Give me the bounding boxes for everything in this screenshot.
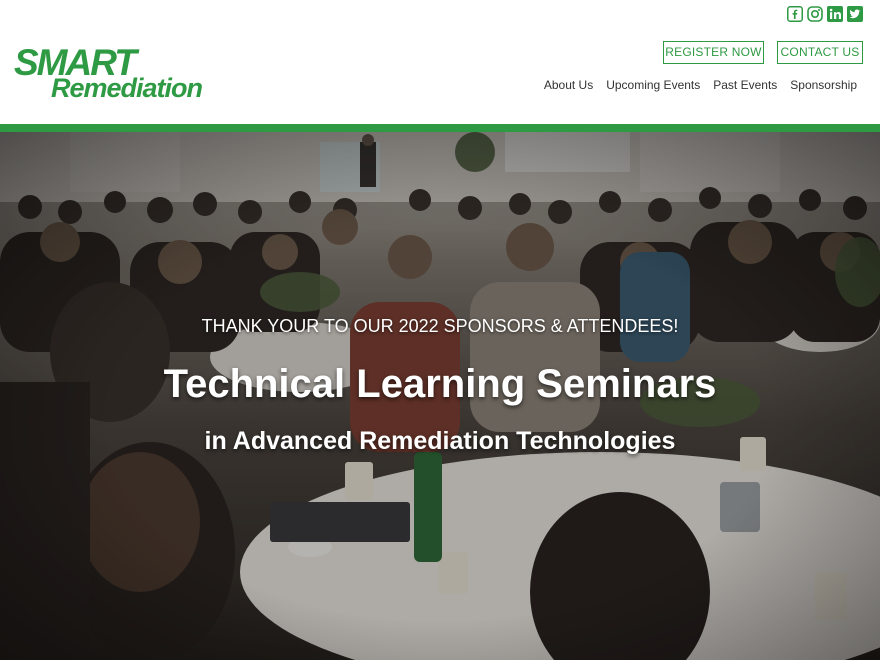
nav-item-about-us[interactable]: About Us — [544, 77, 593, 93]
twitter-icon[interactable] — [847, 6, 863, 22]
register-now-button[interactable]: REGISTER NOW — [663, 41, 764, 64]
nav-item-sponsorship[interactable]: Sponsorship — [790, 77, 857, 93]
header-divider — [0, 124, 880, 132]
nav-item-past-events[interactable]: Past Events — [713, 77, 777, 93]
hero-banner: THANK YOUR TO OUR 2022 SPONSORS & ATTEND… — [0, 132, 880, 660]
main-nav: About Us Upcoming Events Past Events Spo… — [544, 77, 857, 93]
logo-remediation-text: Remediation — [51, 73, 203, 103]
site-header: SMART Remediation REGISTER NOW CONTACT U… — [0, 0, 880, 124]
instagram-icon[interactable] — [807, 6, 823, 22]
hero-title: Technical Learning Seminars — [163, 362, 717, 406]
social-links — [787, 6, 863, 22]
hero-tagline: in Advanced Remediation Technologies — [204, 427, 676, 455]
site-logo[interactable]: SMART Remediation — [14, 44, 236, 102]
nav-item-upcoming-events[interactable]: Upcoming Events — [606, 77, 700, 93]
contact-us-button[interactable]: CONTACT US — [777, 41, 863, 64]
hero-subheading: THANK YOUR TO OUR 2022 SPONSORS & ATTEND… — [201, 316, 679, 336]
facebook-icon[interactable] — [787, 6, 803, 22]
linkedin-icon[interactable] — [827, 6, 843, 22]
